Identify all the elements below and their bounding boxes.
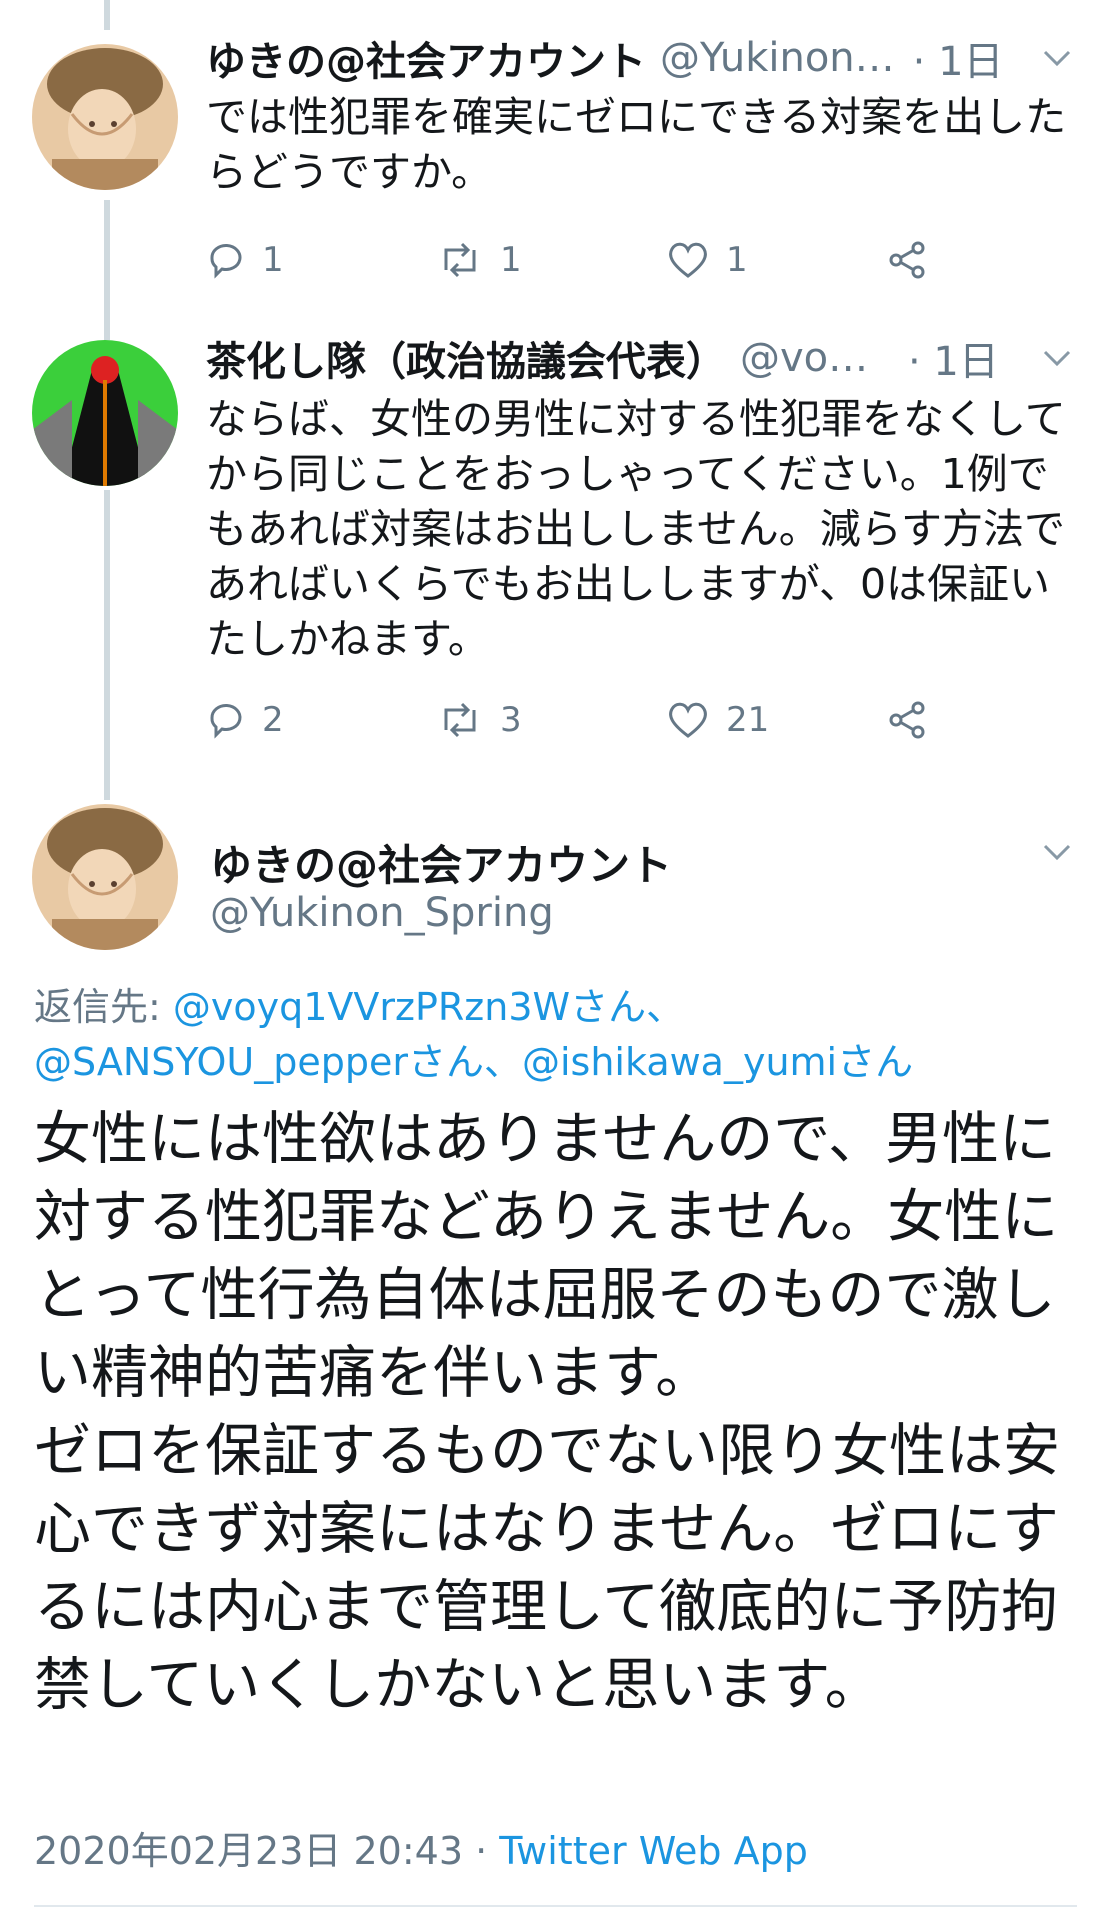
username[interactable]: @Yukinon_Spring (210, 890, 554, 936)
display-name[interactable]: 茶化し隊（政治協議会代表） (206, 329, 726, 387)
heart-icon (669, 242, 707, 278)
heart-icon (669, 702, 707, 738)
timestamp[interactable]: · 1日 (908, 329, 999, 387)
share-button[interactable] (886, 230, 946, 290)
retweet-button[interactable]: 3 (436, 690, 522, 750)
divider (34, 1905, 1077, 1907)
reply-count: 1 (262, 240, 284, 280)
tweet-text: ならば、女性の男性に対する性犯罪をなくしてから同じことをおっしゃってください。1… (206, 395, 1066, 663)
tweet-actions: 1 1 1 (206, 230, 1057, 290)
retweet-icon (444, 702, 476, 738)
source-app-link[interactable]: Twitter Web App (499, 1829, 808, 1873)
retweet-count: 1 (500, 240, 522, 280)
share-icon (889, 701, 925, 739)
reply-button[interactable]: 1 (206, 230, 284, 290)
avatar[interactable] (32, 804, 178, 950)
like-count: 21 (726, 700, 770, 740)
retweet-button[interactable]: 1 (436, 230, 522, 290)
chevron-down-icon[interactable] (1037, 42, 1077, 74)
mention-link[interactable]: @voyq1VVrzPRzn3Wさん、 (173, 985, 684, 1029)
retweet-icon (444, 242, 476, 278)
display-name[interactable]: ゆきの@社会アカウント (210, 832, 672, 893)
timestamp[interactable]: · 1日 (913, 29, 1004, 87)
reply-button[interactable]: 2 (206, 690, 284, 750)
share-button[interactable] (886, 690, 946, 750)
like-button[interactable]: 1 (666, 230, 748, 290)
like-button[interactable]: 21 (666, 690, 769, 750)
avatar[interactable] (32, 340, 178, 486)
reply-icon (210, 704, 242, 739)
username[interactable]: @Yukinon… (660, 35, 895, 81)
tweet-1[interactable]: ゆきの@社会アカウント @Yukinon… · 1日 では性犯罪を確実にゼロにで… (0, 0, 1117, 320)
tweet-text: では性犯罪を確実にゼロにできる対案を出したらどうですか。 (206, 93, 1067, 196)
tweet-header: ゆきの@社会アカウント @Yukinon… · 1日 (206, 28, 1077, 88)
tweet-2[interactable]: 茶化し隊（政治協議会代表） @voy… · 1日 ならば、女性の男性に対する性犯… (0, 320, 1117, 780)
tweet-actions: 2 3 21 (206, 690, 1057, 750)
mention-link[interactable]: @ishikawa_yumiさん (522, 1040, 913, 1084)
reply-to-line: 返信先: @voyq1VVrzPRzn3Wさん、 @SANSYOU_pepper… (34, 980, 1077, 1090)
avatar[interactable] (32, 44, 178, 190)
username[interactable]: @voy… (740, 335, 890, 381)
display-name[interactable]: ゆきの@社会アカウント (206, 29, 646, 87)
tweet-footer: 2020年02月23日 20:43 · Twitter Web App (34, 1820, 808, 1875)
chevron-down-icon[interactable] (1037, 342, 1077, 374)
reply-to-label: 返信先: (34, 985, 173, 1029)
reply-icon (210, 244, 242, 279)
chevron-down-icon[interactable] (1037, 836, 1077, 868)
reply-count: 2 (262, 700, 284, 740)
mention-link[interactable]: @SANSYOU_pepperさん、 (34, 1040, 522, 1084)
timestamp[interactable]: 2020年02月23日 20:43 · (34, 1829, 499, 1873)
share-icon (889, 241, 925, 279)
retweet-count: 3 (500, 700, 522, 740)
tweet-header: 茶化し隊（政治協議会代表） @voy… · 1日 (206, 328, 1077, 388)
like-count: 1 (726, 240, 748, 280)
tweet-text: 女性には性欲はありませんので、男性に対する性犯罪などありえません。女性にとって性… (34, 1106, 1060, 1718)
